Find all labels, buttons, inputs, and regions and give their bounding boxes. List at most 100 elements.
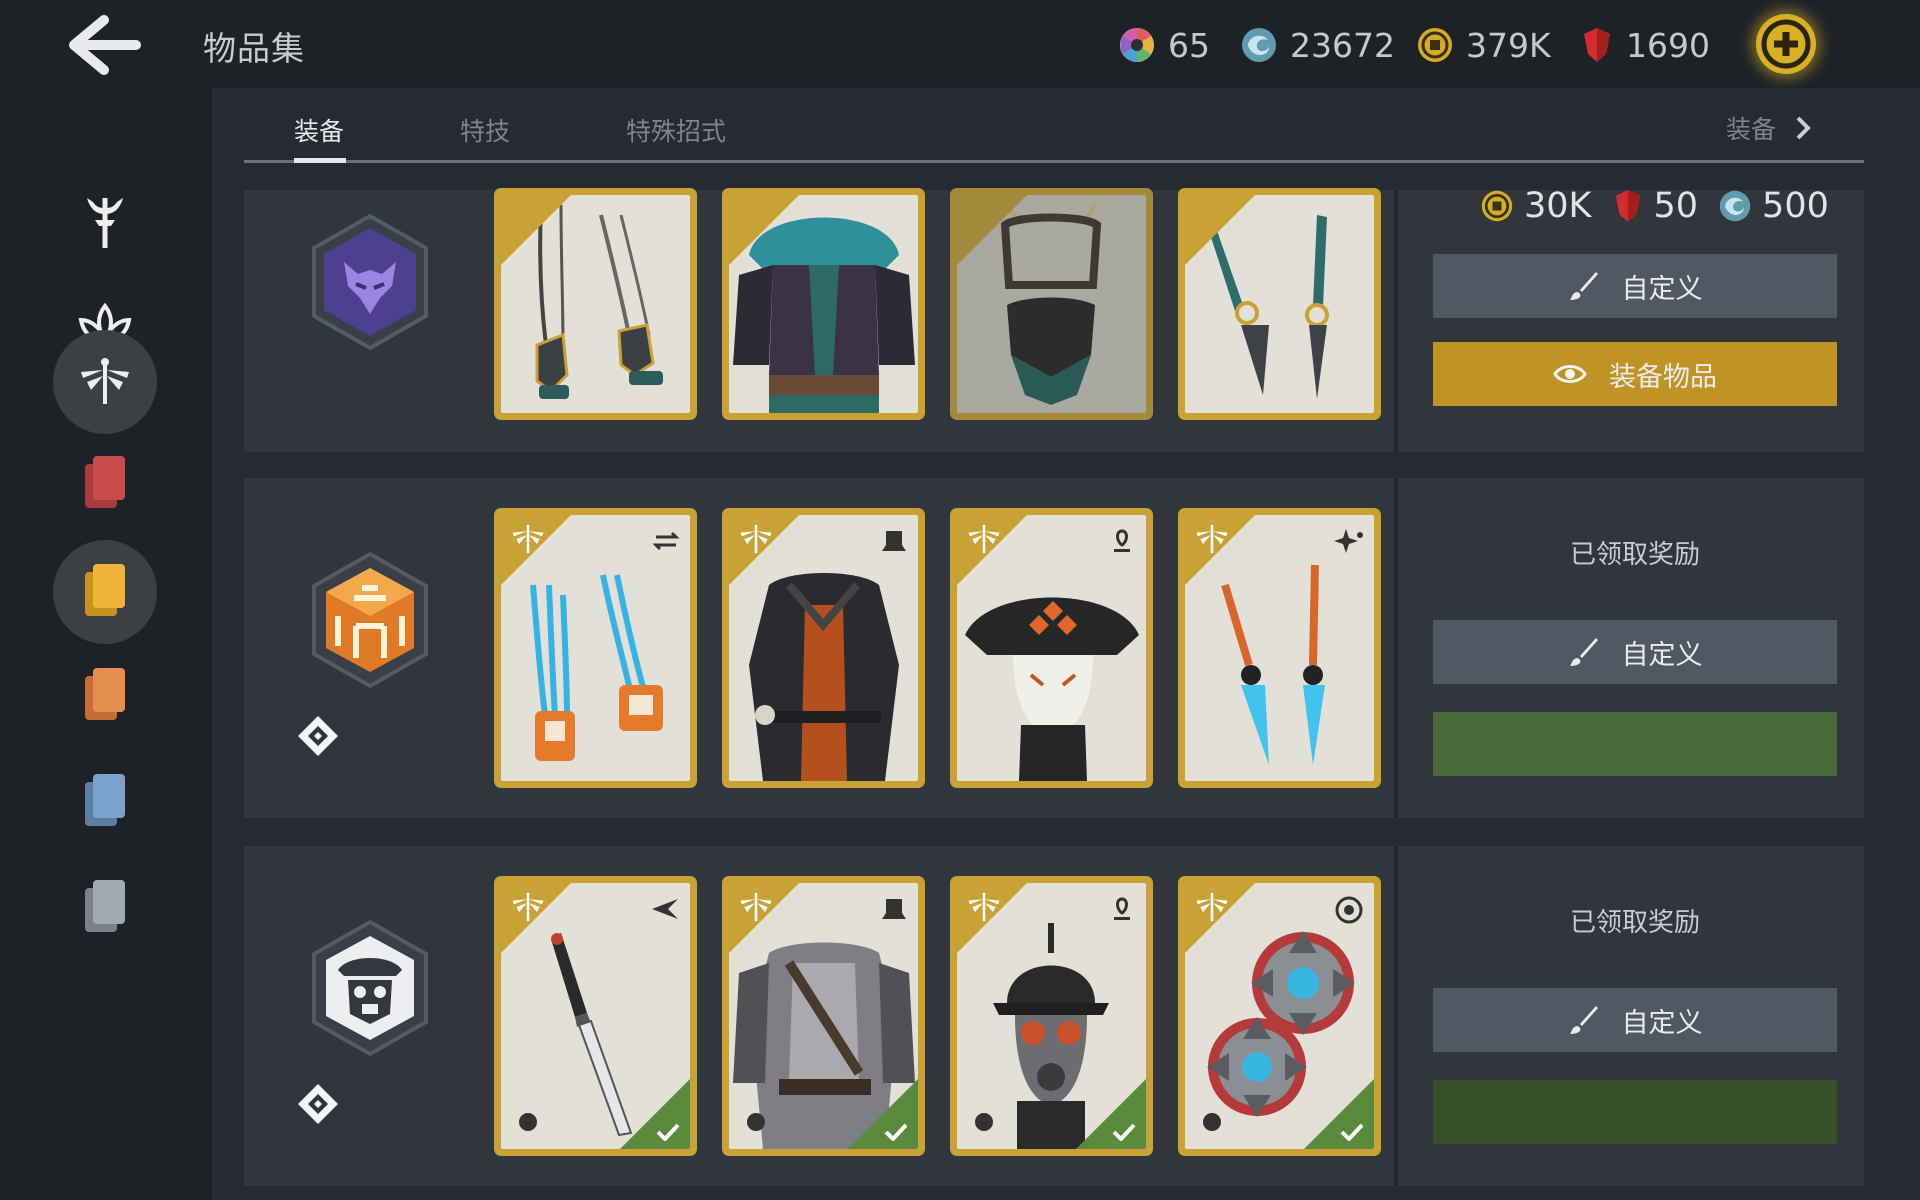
coins-counter: 379K [1416, 22, 1551, 68]
sidebar-item-cards-gray[interactable] [53, 856, 157, 960]
item-card-fur-armor[interactable] [722, 188, 925, 420]
trident-icon [87, 198, 123, 248]
gem-icon [1584, 28, 1610, 62]
tab-filter-button[interactable]: 装备 [1726, 110, 1814, 146]
card-rarity-corner [501, 195, 571, 265]
weapon-type-icon [652, 531, 680, 551]
armor-type-icon [882, 531, 906, 551]
back-button[interactable] [60, 14, 150, 76]
sidebar-item-cards-yellow[interactable] [53, 540, 157, 644]
item-card-straw-hat[interactable] [950, 508, 1153, 788]
sidebar-item-cards-orange[interactable] [53, 644, 157, 748]
item-card-orange-robe[interactable] [722, 508, 925, 788]
set-row: 30K 50 500 自定义 装备物品 [244, 186, 1864, 452]
set-row: 已领取奖励 自定义 [244, 846, 1864, 1186]
card-rarity-corner [957, 195, 1027, 265]
clan-dragonfly-icon [1196, 524, 1228, 554]
cards-gray-icon [85, 880, 125, 932]
dragonfly-icon [81, 358, 129, 404]
orb-icon [1120, 28, 1154, 62]
reward-status: 已领取奖励 [1569, 540, 1700, 570]
clan-dragonfly-icon [512, 892, 544, 922]
item-card-gasmask-helmet[interactable] [950, 876, 1153, 1156]
item-card-claws[interactable] [494, 188, 697, 420]
add-currency-button[interactable] [1756, 14, 1816, 74]
customize-label: 自定义 [1621, 273, 1703, 305]
slot-dot [1203, 1113, 1221, 1131]
spirit-value: 23672 [1290, 25, 1395, 65]
card-rarity-corner [1185, 195, 1255, 265]
item-card-demon-mask[interactable] [950, 188, 1153, 420]
sidebar [0, 88, 212, 1200]
page-title: 物品集 [203, 29, 305, 68]
equip-items-button[interactable]: 装备物品 [1433, 342, 1837, 406]
sidebar-item-dragonfly[interactable] [53, 330, 157, 434]
clan-dragonfly-icon [968, 892, 1000, 922]
checkmark-icon [1340, 1123, 1364, 1141]
clan-dragonfly-icon [968, 524, 1000, 554]
cost-spirit: 500 [1762, 186, 1829, 226]
item-card-daggers[interactable] [1178, 188, 1381, 420]
clan-dragonfly-icon [512, 524, 544, 554]
customize-button[interactable]: 自定义 [1433, 988, 1837, 1052]
customize-label: 自定义 [1621, 1007, 1703, 1039]
cards-orange-icon [85, 668, 125, 720]
slot-dot [747, 1113, 765, 1131]
coin-icon [1481, 190, 1513, 222]
set-emblem-fortress-icon [312, 551, 428, 689]
eye-icon [1553, 365, 1587, 383]
tab-perks[interactable]: 特技 [460, 112, 510, 148]
slot-dot [975, 1113, 993, 1131]
cards-red-icon [85, 456, 125, 508]
coin-icon [1418, 28, 1452, 62]
tab-equipment[interactable]: 装备 [294, 112, 344, 148]
sidebar-item-trident[interactable] [53, 170, 157, 274]
customize-button[interactable]: 自定义 [1433, 254, 1837, 318]
tab-special-moves[interactable]: 特殊招式 [626, 112, 726, 148]
item-card-shuriken[interactable] [1178, 876, 1381, 1156]
chevron-right-icon [1796, 116, 1811, 140]
orbs-value: 65 [1168, 25, 1210, 65]
rank-badge-icon [298, 1084, 338, 1124]
slot-dot [519, 1113, 537, 1131]
card-rarity-corner [729, 195, 799, 265]
cards-yellow-icon [85, 564, 125, 616]
sidebar-item-cards-blue[interactable] [53, 750, 157, 854]
gems-value: 1690 [1626, 25, 1710, 65]
coins-value: 379K [1466, 25, 1551, 65]
gems-counter: 1690 [1580, 22, 1710, 68]
clan-dragonfly-icon [740, 892, 772, 922]
reward-bar [1433, 1080, 1837, 1144]
active-tab-indicator [294, 158, 346, 163]
armor-type-icon [882, 899, 906, 919]
blade-type-icon [652, 899, 678, 919]
cost-gems: 50 [1653, 186, 1699, 226]
back-arrow-icon [69, 15, 141, 75]
helmet-type-icon [1114, 897, 1130, 920]
customize-button[interactable]: 自定义 [1433, 620, 1837, 684]
brush-icon [1569, 1006, 1598, 1034]
spirit-icon [1242, 28, 1276, 62]
row-divider [1394, 478, 1398, 818]
clan-dragonfly-icon [1196, 892, 1228, 922]
item-card-blue-claws[interactable] [494, 508, 697, 788]
plus-icon [1761, 19, 1811, 69]
row-divider [1394, 846, 1398, 1186]
reward-bar [1433, 712, 1837, 776]
orbs-counter: 65 [1118, 22, 1210, 68]
item-card-ice-daggers[interactable] [1178, 508, 1381, 788]
item-card-knife[interactable] [494, 876, 697, 1156]
item-card-leather-armor[interactable] [722, 876, 925, 1156]
helmet-type-icon [1114, 529, 1130, 552]
sidebar-item-cards-red[interactable] [53, 432, 157, 536]
top-bar: 物品集 65 23672 379K 1690 [0, 0, 1920, 88]
row-divider [1394, 190, 1398, 452]
checkmark-icon [656, 1123, 680, 1141]
equip-items-label: 装备物品 [1609, 361, 1717, 393]
set-emblem-gasmask-icon [312, 919, 428, 1057]
tab-filter-label: 装备 [1726, 115, 1777, 144]
rank-badge-icon [298, 716, 338, 756]
reward-status: 已领取奖励 [1569, 908, 1700, 938]
cards-blue-icon [85, 774, 125, 826]
tabs-divider [244, 160, 1864, 163]
